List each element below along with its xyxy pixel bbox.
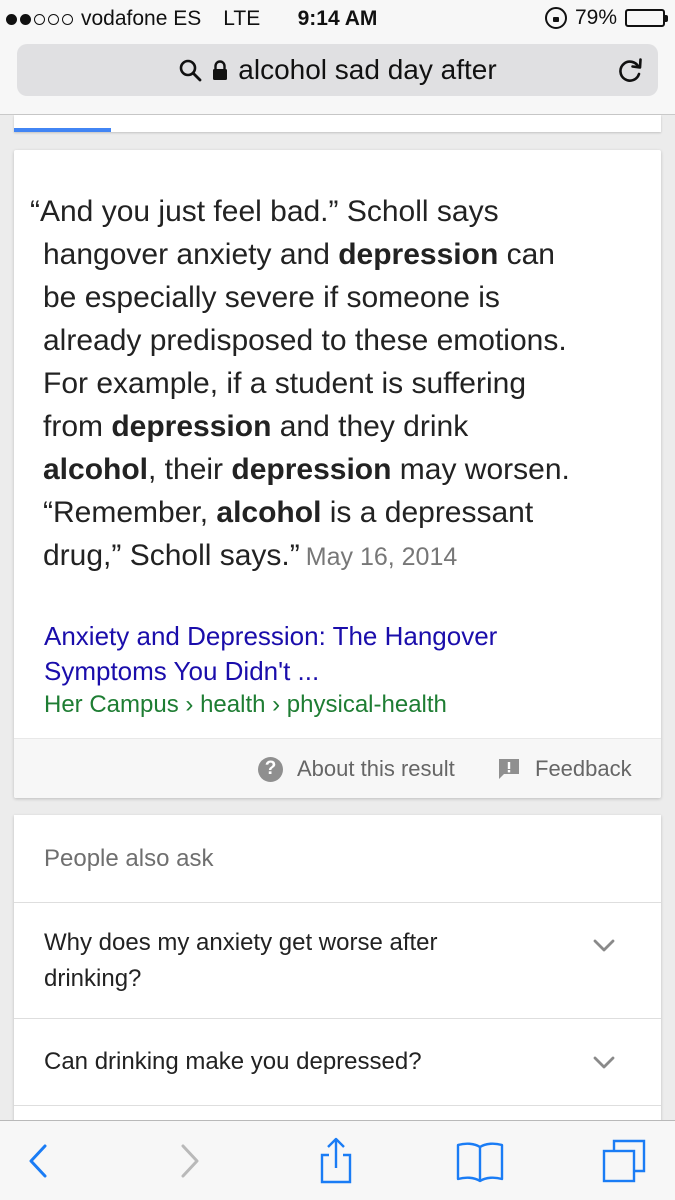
status-bar-right: 79% <box>544 6 668 30</box>
snippet-line: For example, if a student is suffering <box>30 362 640 405</box>
snippet-segment: drug,” Scholl says.” <box>43 539 300 572</box>
snippet-line: hangover anxiety and depression can <box>30 233 640 276</box>
browser-toolbar <box>0 1120 675 1200</box>
forward-icon <box>181 1144 199 1178</box>
feedback-icon <box>499 759 519 779</box>
forward-button[interactable] <box>160 1121 220 1200</box>
snippet-line: “Remember, alcohol is a depressant <box>30 491 640 534</box>
feedback-label: Feedback <box>535 756 632 781</box>
snippet-segment: be especially severe if someone is <box>43 281 500 314</box>
snippet-line: from depression and they drink <box>30 405 640 448</box>
result-title-line-2[interactable]: Symptoms You Didn't ... <box>44 654 634 689</box>
paa-question-text[interactable]: Can drinking make you depressed? <box>44 1044 514 1080</box>
battery-icon <box>625 9 668 27</box>
snippet-date: May 16, 2014 <box>305 543 458 571</box>
browser-header: alcohol sad day after <box>0 40 675 115</box>
result-title-line-1[interactable]: Anxiety and Depression: The Hangover <box>44 619 634 654</box>
paa-question-line: drinking? <box>44 965 142 992</box>
tabs-icon <box>602 1139 646 1183</box>
address-text: alcohol sad day after <box>238 54 497 85</box>
address-bar[interactable]: alcohol sad day after <box>17 44 658 96</box>
battery-percent: 79% <box>574 6 617 29</box>
snippet-segment: “Remember, <box>43 496 217 529</box>
address-content[interactable]: alcohol sad day after <box>17 44 658 96</box>
rotation-lock-icon <box>544 7 567 29</box>
snippet-text: “And you just feel bad.” Scholl says hang… <box>30 190 640 579</box>
previous-card-edge <box>14 115 661 132</box>
snippet-highlight: alcohol <box>216 496 322 529</box>
snippet-line: drug,” Scholl says.” May 16, 2014 <box>30 534 640 579</box>
url-site: Her Campus <box>44 691 179 718</box>
help-icon: ? <box>258 756 283 782</box>
featured-snippet-card: “And you just feel bad.” Scholl says hang… <box>14 150 661 798</box>
snippet-highlight: depression <box>231 453 392 486</box>
share-icon <box>320 1137 352 1184</box>
snippet-line: “And you just feel bad.” Scholl says <box>30 190 640 233</box>
snippet-highlight: depression <box>338 238 499 271</box>
snippet-line: be especially severe if someone is <box>30 276 640 319</box>
people-also-ask-heading: People also ask <box>44 845 214 872</box>
snippet-segment: may worsen. <box>391 453 570 486</box>
result-breadcrumb-url[interactable]: Her Campus › health › physical-health <box>44 691 447 719</box>
url-separator: › <box>272 691 281 718</box>
search-icon <box>179 59 202 82</box>
snippet-line: already predisposed to these emotions. <box>30 319 640 362</box>
reload-icon[interactable] <box>616 56 644 84</box>
snippet-segment: and they drink <box>271 410 469 443</box>
snippet-segment: can <box>498 238 555 271</box>
url-path-health: health <box>200 691 266 718</box>
snippet-segment: For example, if a student is suffering <box>43 367 527 400</box>
card-footer: ? About this result Feedback <box>14 738 661 798</box>
snippet-segment: is a depressant <box>321 496 534 529</box>
bookmarks-icon <box>456 1142 504 1183</box>
paa-question-row[interactable]: Can drinking make you depressed? <box>14 1018 661 1105</box>
share-button[interactable] <box>306 1121 366 1200</box>
chevron-down-icon[interactable] <box>593 939 615 953</box>
result-title-link[interactable]: Anxiety and Depression: The Hangover Sym… <box>44 619 634 689</box>
paa-question-line: Can drinking make you depressed? <box>44 1048 422 1075</box>
snippet-highlight: depression <box>111 410 272 443</box>
paa-question-row[interactable]: Why does my anxiety get worse after drin… <box>14 902 661 1018</box>
snippet-highlight: alcohol <box>43 453 149 486</box>
snippet-segment: , their <box>148 453 232 486</box>
snippet-segment: already predisposed to these emotions. <box>43 324 567 357</box>
feedback-button[interactable]: Feedback <box>497 739 632 798</box>
lock-icon <box>213 60 228 80</box>
chevron-down-icon[interactable] <box>593 1056 615 1070</box>
tabs-button[interactable] <box>594 1121 654 1200</box>
status-bar: vodafone ES LTE 9:14 AM 79% <box>0 0 675 40</box>
back-button[interactable] <box>8 1121 68 1200</box>
back-icon <box>29 1144 47 1178</box>
snippet-segment: from <box>43 410 112 443</box>
snippet-line: alcohol, their depression may worsen. <box>30 448 640 491</box>
url-separator: › <box>185 691 194 718</box>
snippet-segment: hangover anxiety and <box>43 238 339 271</box>
bookmarks-button[interactable] <box>450 1121 510 1200</box>
active-tab-indicator <box>14 128 111 132</box>
about-this-result-button[interactable]: ? About this result <box>258 739 455 798</box>
paa-question-text[interactable]: Why does my anxiety get worse after drin… <box>44 925 514 997</box>
snippet-segment: “And you just feel bad.” Scholl says <box>30 195 499 228</box>
url-path-physical-health: physical-health <box>286 691 447 718</box>
about-label: About this result <box>297 756 455 781</box>
paa-question-line: Why does my anxiety get worse after <box>44 929 438 956</box>
people-also-ask-card: People also ask Why does my anxiety get … <box>14 815 661 1125</box>
